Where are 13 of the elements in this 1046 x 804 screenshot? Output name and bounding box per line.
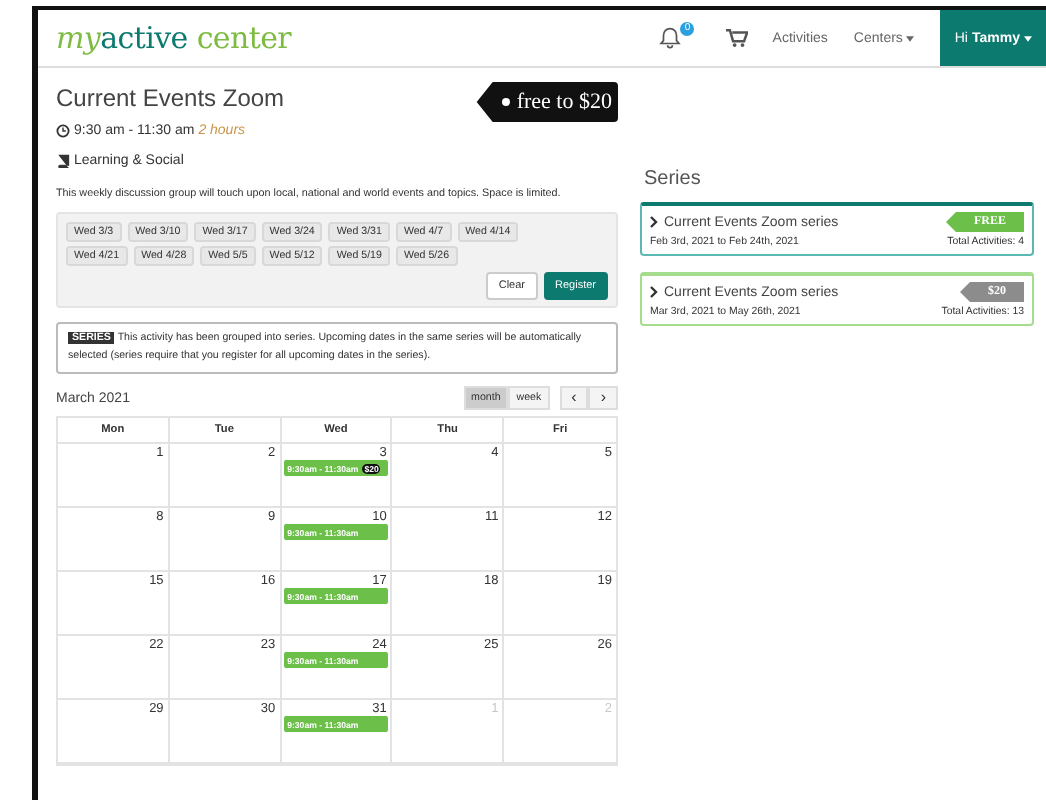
previous-button[interactable]: ‹ [559,386,589,410]
cart-icon[interactable] [726,28,749,48]
caret-icon [1024,35,1032,41]
clock-icon [56,124,70,138]
logo[interactable]: myactive center [56,20,292,56]
price-tag: free to $20 [476,82,618,122]
series-heading: Series [644,168,703,190]
chevron-icon [650,286,658,298]
bell-icon[interactable] [658,26,683,50]
caret-icon [906,35,915,41]
event-title: Current Events Zoom [56,84,285,112]
chevron-icon [650,216,658,228]
next-button[interactable]: › [588,386,618,410]
